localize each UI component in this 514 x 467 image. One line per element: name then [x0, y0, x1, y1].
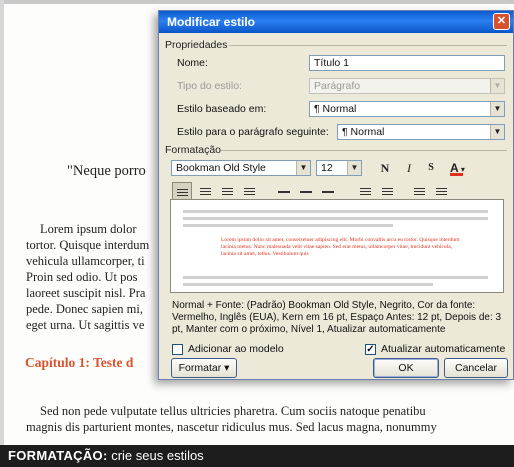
- single-spacing-icon: [278, 190, 290, 193]
- caption-text: crie seus estilos: [111, 448, 204, 463]
- close-icon: ✕: [496, 15, 507, 27]
- formatting-group-label: Formatação: [165, 144, 222, 156]
- auto-update-checkbox[interactable]: ✓: [365, 344, 376, 355]
- close-button[interactable]: ✕: [493, 13, 510, 30]
- preview-placeholder-line: [183, 224, 393, 227]
- preview-placeholder-line: [183, 210, 488, 213]
- properties-group-label: Propriedades: [165, 39, 228, 51]
- decrease-indent-button[interactable]: [409, 182, 429, 200]
- caption-heading: FORMATAÇÃO:: [8, 448, 108, 463]
- group-separator: [229, 45, 507, 46]
- decrease-indent-icon: [413, 187, 425, 196]
- style-preview: Lorem ipsum dolor sit amet, consectetuer…: [170, 199, 504, 293]
- cancel-button[interactable]: Cancelar: [444, 358, 508, 378]
- document-line: vehicula ullamcorper, ti: [26, 254, 145, 268]
- document-line: pede. Donec sapien mi,: [26, 302, 143, 316]
- font-value: Bookman Old Style: [176, 162, 266, 174]
- bold-button[interactable]: N: [375, 159, 395, 177]
- font-color-swatch: [450, 173, 463, 176]
- group-separator: [221, 150, 507, 151]
- next-style-value: ¶ Normal: [342, 126, 385, 138]
- align-left-button[interactable]: [172, 182, 192, 200]
- justify-button[interactable]: [239, 182, 259, 200]
- chevron-down-icon: ▼: [490, 102, 504, 116]
- checkmark-icon: ✓: [366, 344, 375, 355]
- chevron-down-icon: ▼: [490, 79, 504, 93]
- next-style-select[interactable]: ¶ Normal ▼: [337, 124, 505, 140]
- name-label: Nome:: [177, 57, 208, 69]
- space-after-icon: [381, 187, 393, 196]
- chevron-down-icon: ▼: [490, 125, 504, 139]
- font-select[interactable]: Bookman Old Style ▼: [171, 160, 311, 176]
- next-style-label: Estilo para o parágrafo seguinte:: [177, 126, 329, 138]
- ok-button[interactable]: OK: [373, 358, 439, 378]
- format-button[interactable]: Formatar ▾: [171, 358, 237, 378]
- name-input[interactable]: Título 1: [309, 55, 505, 71]
- one-half-spacing-button[interactable]: [296, 182, 316, 200]
- document-line: eget urna. Ut sagittis ve: [26, 318, 145, 332]
- document-quote: "Neque porro: [67, 163, 146, 179]
- document-line: Proin sed odio. Ut pos: [26, 270, 138, 284]
- document-margin: [0, 0, 4, 445]
- document-line: Sed non pede vulputate tellus ultricies …: [40, 404, 426, 418]
- justify-icon: [243, 187, 255, 196]
- italic-button[interactable]: I: [399, 159, 419, 177]
- dialog-titlebar[interactable]: Modificar estilo ✕: [159, 11, 513, 33]
- double-spacing-button[interactable]: [318, 182, 338, 200]
- align-center-icon: [199, 187, 211, 196]
- space-after-button[interactable]: [377, 182, 397, 200]
- font-size-value: 12: [321, 162, 333, 174]
- preview-placeholder-line: [183, 276, 488, 279]
- double-spacing-icon: [322, 190, 334, 193]
- caption-bar: FORMATAÇÃO: crie seus estilos: [0, 445, 514, 467]
- font-size-select[interactable]: 12 ▼: [316, 160, 362, 176]
- font-color-button[interactable]: A ▾: [447, 159, 475, 177]
- based-on-value: ¶ Normal: [314, 103, 357, 115]
- align-left-icon: [176, 188, 188, 197]
- based-on-select[interactable]: ¶ Normal ▼: [309, 101, 505, 117]
- add-to-template-label: Adicionar ao modelo: [188, 343, 284, 355]
- auto-update-label: Atualizar automaticamente: [381, 343, 506, 355]
- dialog-title: Modificar estilo: [167, 15, 256, 29]
- style-type-value: Parágrafo: [314, 80, 361, 92]
- underline-button[interactable]: S: [421, 159, 441, 177]
- align-right-icon: [221, 187, 233, 196]
- document-edge: [0, 0, 514, 4]
- modify-style-dialog: Modificar estilo ✕ Propriedades Nome: Tí…: [158, 10, 514, 380]
- chevron-down-icon: ▼: [296, 161, 310, 175]
- increase-indent-button[interactable]: [431, 182, 451, 200]
- document-line: magnis dis parturient montes, nascetur r…: [26, 420, 437, 434]
- style-description: Normal + Fonte: (Padrão) Bookman Old Sty…: [172, 300, 502, 335]
- preview-placeholder-line: [183, 217, 488, 220]
- preview-sample-text: Lorem ipsum dolor sit amet, consectetuer…: [221, 237, 460, 257]
- document-line: laoreet suscipit nisl. Pra: [26, 286, 146, 300]
- underline-icon: S: [428, 162, 434, 173]
- italic-icon: I: [407, 161, 411, 175]
- style-type-select[interactable]: Parágrafo ▼: [309, 78, 505, 94]
- add-to-template-checkbox[interactable]: [172, 344, 183, 355]
- bold-icon: N: [380, 161, 390, 175]
- one-half-spacing-icon: [300, 190, 312, 193]
- chapter-heading: Capítulo 1: Teste d: [25, 355, 134, 370]
- align-center-button[interactable]: [195, 182, 215, 200]
- style-type-label: Tipo do estilo:: [177, 80, 242, 92]
- chevron-down-icon: ▼: [347, 161, 361, 175]
- single-spacing-button[interactable]: [274, 182, 294, 200]
- document-line: Lorem ipsum dolor: [40, 222, 137, 236]
- align-right-button[interactable]: [217, 182, 237, 200]
- increase-indent-icon: [435, 187, 447, 196]
- document-line: tortor. Quisque interdum: [26, 238, 150, 252]
- based-on-label: Estilo baseado em:: [177, 103, 267, 115]
- space-before-icon: [359, 187, 371, 196]
- space-before-button[interactable]: [355, 182, 375, 200]
- preview-placeholder-line: [183, 283, 433, 286]
